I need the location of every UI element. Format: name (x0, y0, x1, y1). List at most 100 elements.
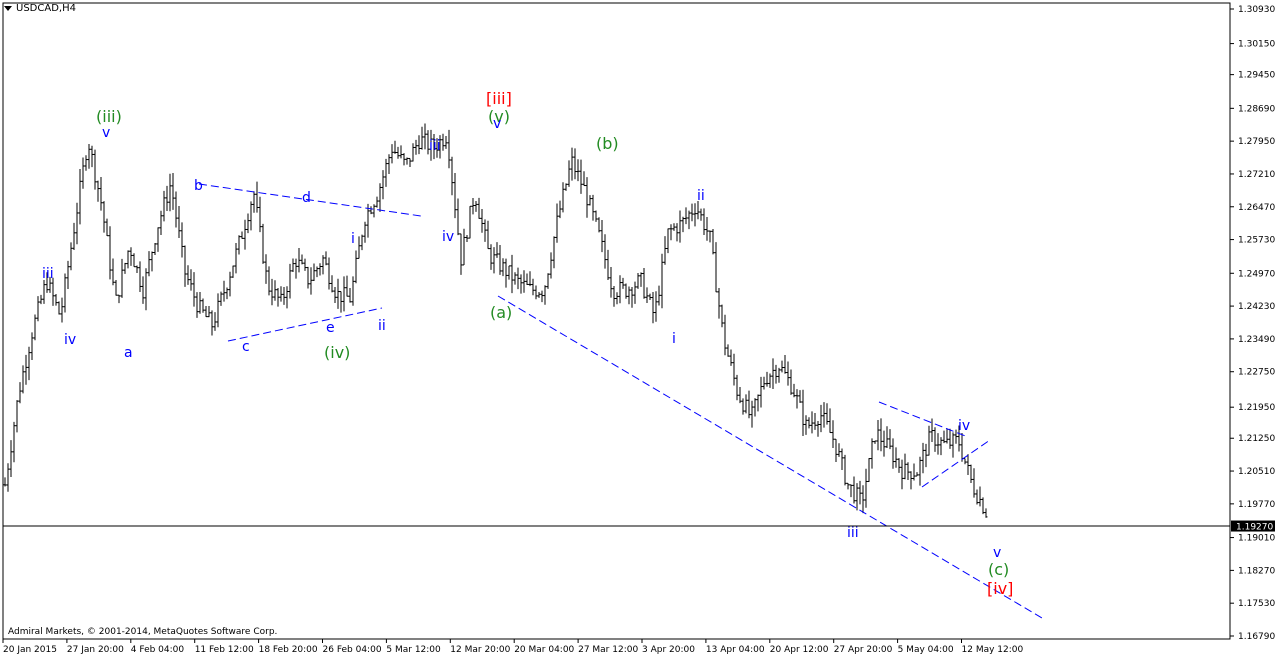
price-bar (459, 233, 463, 275)
price-bar (456, 198, 460, 236)
y-tick-label: 1.25730 (1238, 236, 1275, 246)
price-bar (285, 286, 289, 309)
trendlines (198, 183, 1043, 619)
price-bar (78, 169, 82, 225)
price-bar (702, 208, 706, 236)
price-bar (72, 222, 76, 251)
price-bar (618, 275, 622, 304)
price-bar (219, 291, 223, 306)
y-tick-label: 1.20510 (1238, 467, 1275, 477)
price-bar (558, 200, 562, 219)
price-bar (936, 433, 940, 455)
price-bar (216, 293, 220, 328)
price-bar (375, 196, 379, 208)
price-bar (465, 235, 469, 243)
price-bar (396, 146, 400, 159)
wave-label: b (194, 178, 203, 194)
price-bar (255, 181, 259, 213)
price-bar (333, 287, 337, 304)
price-bar (681, 216, 685, 233)
price-bar (363, 221, 367, 243)
price-bar (591, 194, 595, 221)
price-bar (462, 228, 466, 266)
price-bar (411, 143, 415, 162)
x-tick-label: 4 Feb 04:00 (131, 645, 185, 655)
price-bar (168, 173, 172, 212)
wave-label: (b) (596, 134, 619, 153)
price-bar (789, 369, 793, 395)
copyright-text: Admiral Markets, © 2001-2014, MetaQuotes… (8, 627, 278, 637)
price-bar (654, 291, 658, 322)
price-bar (69, 242, 73, 271)
price-bar (600, 219, 604, 253)
price-bar (813, 413, 817, 430)
price-bar (984, 508, 988, 518)
price-bar (15, 400, 19, 433)
wave-label: (iii) (96, 107, 122, 126)
price-bar (651, 292, 655, 324)
wave-label: a (124, 345, 133, 361)
price-bar (132, 253, 136, 268)
price-bar (753, 398, 757, 417)
price-bar (741, 398, 745, 415)
price-bar (33, 314, 37, 341)
price-bar (765, 371, 769, 387)
x-tick-label: 26 Feb 04:00 (323, 645, 382, 655)
price-bar (300, 254, 304, 265)
price-bar (354, 250, 358, 284)
price-bar (729, 349, 733, 366)
x-tick-label: 5 May 04:00 (898, 645, 954, 655)
price-bar (84, 155, 88, 171)
price-bar (540, 290, 544, 303)
price-bar (138, 261, 142, 292)
price-bar (486, 220, 490, 250)
price-bar (120, 258, 124, 298)
price-bar (525, 273, 529, 285)
price-bar (60, 297, 64, 323)
price-bar (141, 276, 145, 304)
price-bar (177, 205, 181, 239)
price-bar (231, 265, 235, 278)
price-bar (792, 383, 796, 398)
price-bar (819, 404, 823, 433)
price-bar (87, 144, 91, 169)
price-bar (36, 296, 40, 322)
price-bar (75, 202, 79, 245)
price-bar (147, 251, 151, 277)
price-bar (228, 271, 232, 297)
price-bar (153, 243, 157, 255)
price-bar (795, 389, 799, 409)
price-bar (99, 176, 103, 211)
price-bar (738, 387, 742, 404)
price-bar (171, 172, 175, 210)
price-bar (960, 432, 964, 462)
y-tick-label: 1.29450 (1238, 71, 1275, 81)
wave-label: (a) (490, 303, 512, 322)
price-bar (831, 420, 835, 448)
wave-label: [iv] (987, 579, 1013, 598)
price-bar (303, 258, 307, 271)
price-bar (885, 426, 889, 448)
symbol-title[interactable]: USDCAD,H4 (4, 3, 76, 14)
price-bar (96, 180, 100, 202)
price-bar (783, 355, 787, 374)
price-axis: 1.30930 1.30150 1.29450 1.28690 1.27950 1.272… (1230, 5, 1275, 642)
price-bar (27, 346, 31, 381)
dropdown-triangle-icon[interactable] (4, 6, 12, 11)
wave-labels: (iii)viiiivabcde(iv)iiiiiiiv[iii](v)v(a)… (42, 89, 1013, 598)
price-bar (669, 224, 673, 241)
price-bar (903, 453, 907, 480)
price-bar (81, 157, 85, 189)
price-bar (756, 394, 760, 412)
price-bar (498, 245, 502, 275)
price-bar (54, 293, 58, 306)
price-bar (390, 144, 394, 164)
price-bar (678, 210, 682, 243)
price-bar (222, 280, 226, 302)
price-bar (873, 440, 877, 444)
price-bar (471, 198, 475, 215)
y-tick-label: 1.30930 (1238, 5, 1275, 15)
price-bar (945, 428, 949, 444)
price-bar (186, 265, 190, 285)
price-bar (759, 376, 763, 408)
